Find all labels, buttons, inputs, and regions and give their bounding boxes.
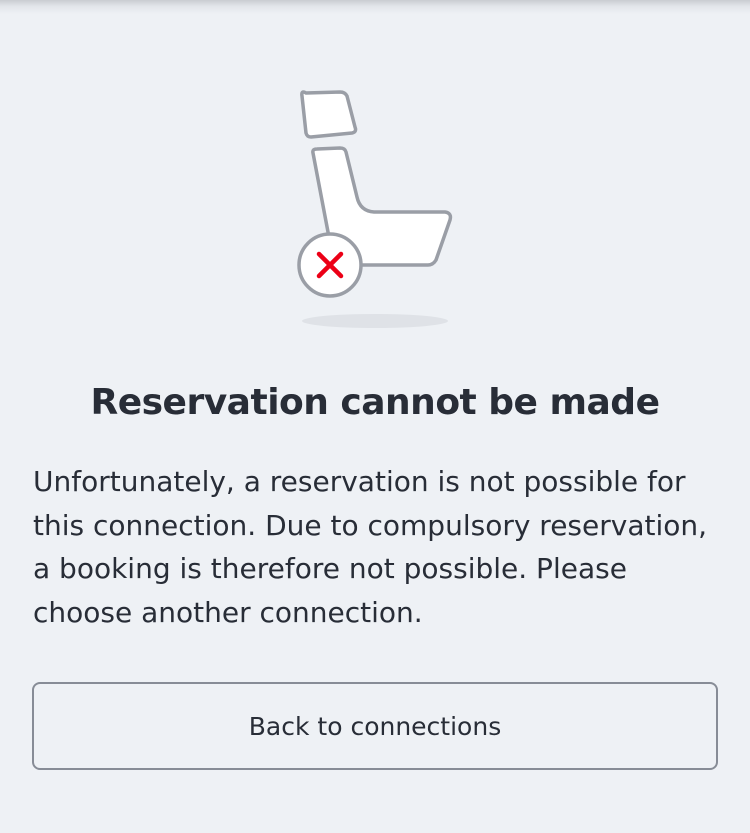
dialog-message: Unfortunately, a reservation is not poss… [33, 465, 708, 629]
seat-unavailable-illustration [290, 84, 460, 334]
seat-unavailable-icon [297, 90, 453, 328]
seat-shadow [302, 314, 448, 328]
back-to-connections-button[interactable]: Back to connections [32, 682, 718, 770]
dialog-title: Reservation cannot be made [90, 382, 660, 423]
seat-headrest [300, 90, 358, 139]
header-shadow [0, 0, 750, 14]
